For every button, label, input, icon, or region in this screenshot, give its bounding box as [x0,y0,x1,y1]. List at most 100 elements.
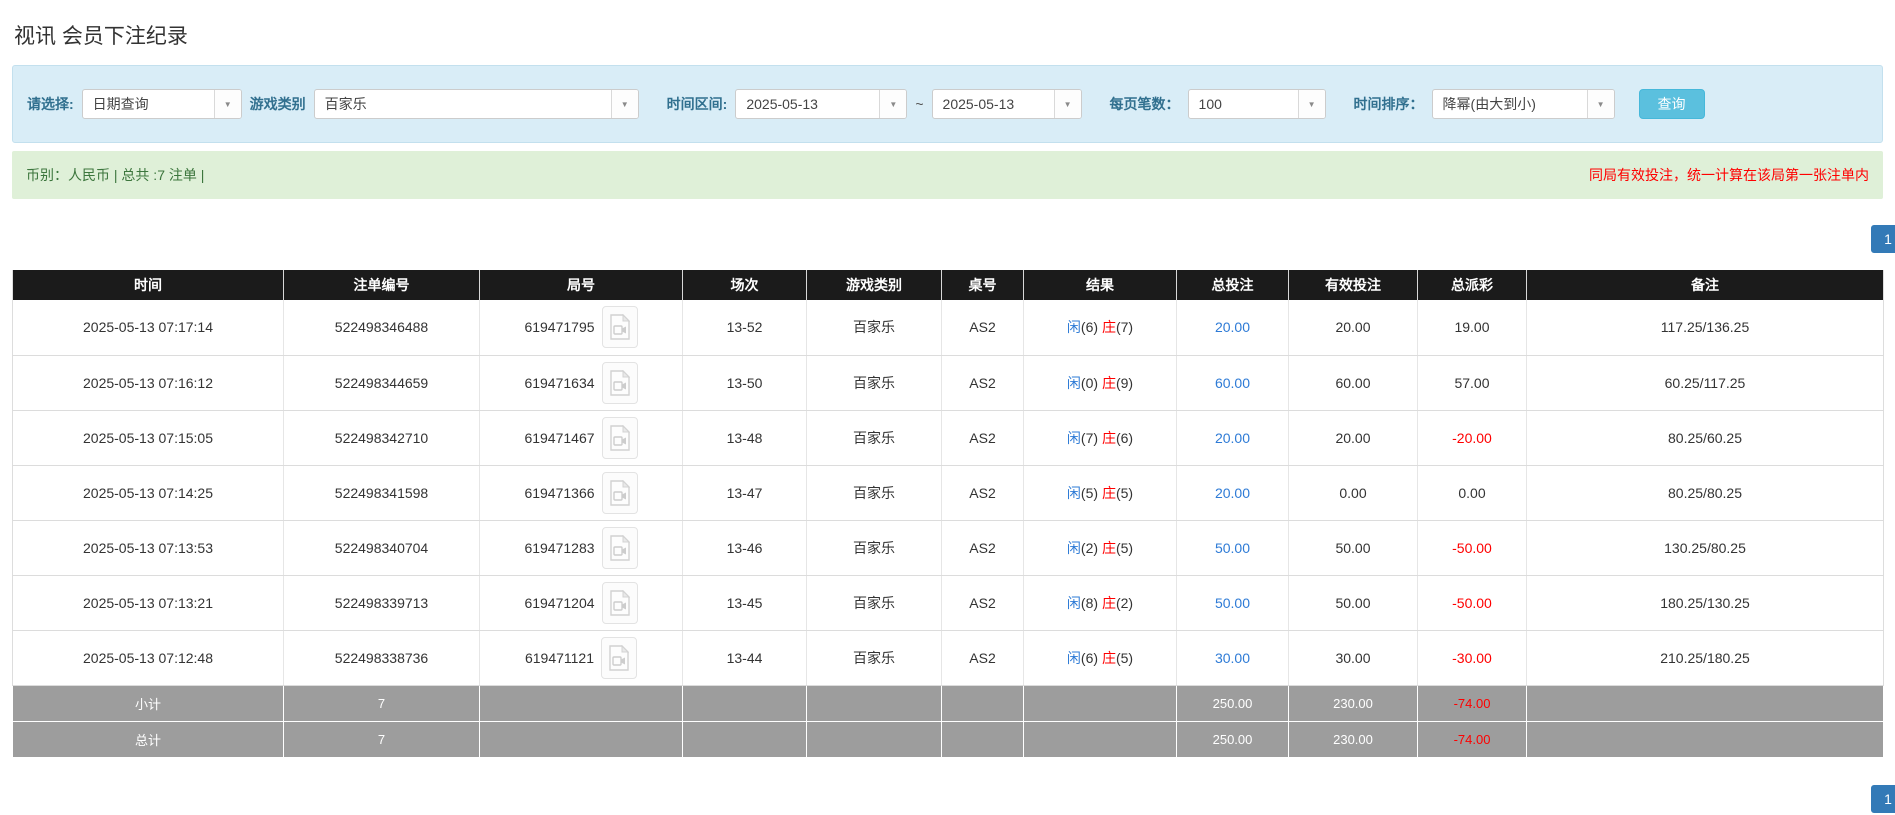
cell-note: 130.25/80.25 [1526,520,1884,576]
table-body: 2025-05-13 07:17:14 522498346488 619471795… [12,300,1884,686]
cell-valid-bet: 50.00 [1288,575,1418,631]
currency-total-text: 币别：人民币 | 总共 :7 注单 | [26,167,205,183]
grandtotal-row-total-bet: 250.00 [1176,720,1289,758]
subtotal-row-total-bet: 250.00 [1176,684,1289,722]
cell-valid-bet: 30.00 [1288,630,1418,686]
video-record-icon[interactable] [601,361,638,404]
query-type-label: 请选择: [27,96,74,112]
total-bet-link[interactable]: 50.00 [1215,595,1250,611]
video-file-glyph [609,369,630,396]
result-player-label: 闲 [1066,319,1081,336]
page-1-button[interactable]: 1 [1871,784,1895,813]
table-row: 2025-05-13 07:12:48 522498338736 619471121… [12,630,1884,686]
cell-note: 60.25/117.25 [1526,355,1884,411]
date-from-picker[interactable]: 2025-05-13 ▼ [735,89,908,119]
video-file-glyph [609,424,630,451]
result-banker-label: 庄 [1101,429,1116,446]
cell-session: 13-47 [682,465,807,521]
total-bet-link[interactable]: 50.00 [1215,540,1250,556]
cell-session: 13-44 [682,630,807,686]
subtotal-row: 小计 7 250.00 230.00 -74.00 [12,684,1884,722]
subtotal-row-count: 7 [283,684,480,722]
cell-result: 闲(6) 庄(5) [1023,630,1177,686]
cell-payout: -30.00 [1417,630,1527,686]
chevron-down-icon: ▼ [1586,90,1614,118]
grandtotal-row-payout: -74.00 [1417,720,1527,758]
subtotal-row-payout: -74.00 [1417,684,1527,722]
result-banker-points: (2) [1115,594,1134,611]
cell-table-no: AS2 [941,630,1024,686]
table-row: 2025-05-13 07:15:05 522498342710 619471467… [12,410,1884,466]
cell-round-no: 619471121 [479,630,683,686]
total-bet-link[interactable]: 30.00 [1215,650,1250,666]
total-bet-link[interactable]: 20.00 [1215,319,1250,335]
result-player-label: 闲 [1066,374,1081,391]
table-row: 2025-05-13 07:16:12 522498344659 619471634… [12,355,1884,411]
payout-value: -50.00 [1452,594,1492,611]
page-1-button[interactable]: 1 [1871,225,1895,253]
cell-round-no: 619471366 [479,465,683,521]
cell-table-no: AS2 [941,575,1024,631]
query-type-select[interactable]: 日期查询 ▼ [81,89,242,119]
payout-value: -20.00 [1452,429,1492,446]
round-no-text: 619471204 [524,594,595,611]
table-footer: 小计 7 250.00 230.00 -74.00 总计 7 250.00 230.00 -74.… [12,684,1884,758]
result-player-label: 闲 [1066,484,1081,501]
cell-result: 闲(0) 庄(9) [1023,355,1177,411]
total-bet-link[interactable]: 20.00 [1215,485,1250,501]
cell-game-type: 百家乐 [806,355,942,411]
cell-valid-bet: 0.00 [1288,465,1418,521]
video-record-icon[interactable] [601,306,638,349]
chevron-down-icon: ▼ [879,90,907,118]
cell-note: 180.25/130.25 [1526,575,1884,631]
subtotal-row-valid-bet: 230.00 [1288,684,1418,722]
table-row: 2025-05-13 07:13:53 522498340704 619471283… [12,520,1884,576]
cell-payout: -20.00 [1417,410,1527,466]
column-header-session: 场次 [682,270,807,300]
result-player-points: (0) [1080,374,1099,391]
page-size-select[interactable]: 100 ▼ [1187,89,1326,119]
result-banker-points: (9) [1115,374,1134,391]
result-player-points: (7) [1080,429,1099,446]
cell-game-type: 百家乐 [806,630,942,686]
result-banker-points: (6) [1115,429,1134,446]
result-player-label: 闲 [1066,539,1081,556]
round-no-text: 619471283 [524,539,595,556]
date-to-value: 2025-05-13 [942,96,1015,112]
cell-time: 2025-05-13 07:14:25 [12,465,284,521]
video-record-icon[interactable] [601,416,638,459]
payout-value: -30.00 [1452,649,1492,666]
search-button[interactable]: 查询 [1638,89,1705,119]
cell-note: 80.25/80.25 [1526,465,1884,521]
payout-value: 0.00 [1458,484,1486,501]
table-header-row: 时间 注单编号 局号 场次 游戏类别 桌号 结果 总投注 有效投注 总派彩 备注 [12,270,1884,300]
video-record-icon[interactable] [601,471,638,514]
result-player-points: (6) [1080,319,1099,336]
cell-result: 闲(5) 庄(5) [1023,465,1177,521]
cell-note: 80.25/60.25 [1526,410,1884,466]
cell-payout: -50.00 [1417,575,1527,631]
video-record-icon[interactable] [601,526,638,569]
cell-total-bet: 50.00 [1176,575,1289,631]
date-range-tilde: ~ [915,96,924,112]
date-to-picker[interactable]: 2025-05-13 ▼ [931,89,1082,119]
time-order-select[interactable]: 降幂(由大到小) ▼ [1431,89,1615,119]
grandtotal-row: 总计 7 250.00 230.00 -74.00 [12,720,1884,758]
column-header-result: 结果 [1023,270,1177,300]
game-type-select[interactable]: 百家乐 ▼ [313,89,639,119]
video-file-glyph [609,589,630,616]
column-header-payout: 总派彩 [1417,270,1527,300]
result-banker-label: 庄 [1101,539,1116,556]
result-player-points: (2) [1080,539,1099,556]
cell-result: 闲(7) 庄(6) [1023,410,1177,466]
total-bet-link[interactable]: 20.00 [1215,430,1250,446]
cell-time: 2025-05-13 07:16:12 [12,355,284,411]
video-record-icon[interactable] [601,636,638,679]
video-record-icon[interactable] [601,581,638,624]
total-bet-link[interactable]: 60.00 [1215,375,1250,391]
cell-bet-no: 522498339713 [283,575,480,631]
chevron-down-icon: ▼ [1297,90,1325,118]
cell-payout: 19.00 [1417,300,1527,356]
subtotal-row-label: 小计 [12,684,284,722]
payout-value: -50.00 [1452,539,1492,556]
